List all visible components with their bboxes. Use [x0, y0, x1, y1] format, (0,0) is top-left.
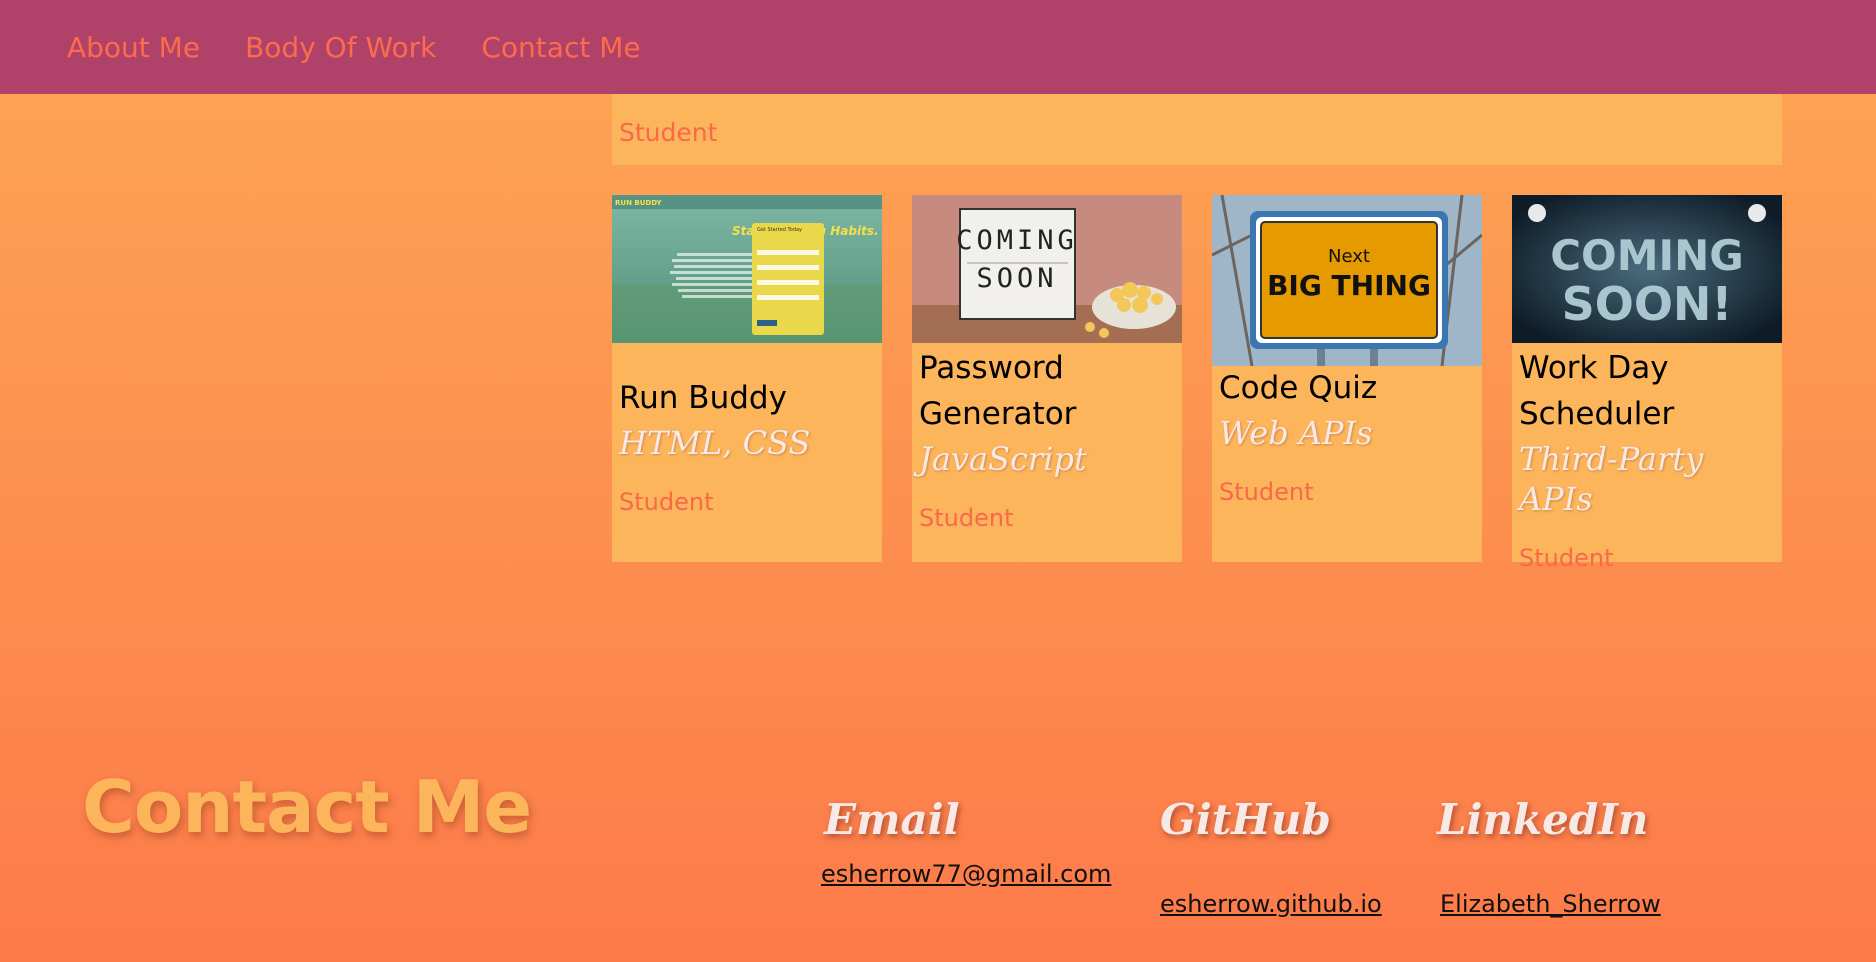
- thumb-line1: COMING: [956, 225, 1078, 256]
- next-big-thing-sign-image[interactable]: Next BIG THING: [1212, 195, 1482, 366]
- project-tech: Third-Party APIs: [1519, 440, 1704, 518]
- linkedin-heading: LinkedIn: [1437, 795, 1649, 844]
- project-card-password-generator[interactable]: COMING SOON Password Generator JavaScrip…: [912, 195, 1182, 562]
- banner-role-label: Student: [619, 118, 718, 147]
- thumb-line1: COMING: [1550, 231, 1744, 280]
- project-tech: HTML, CSS: [619, 424, 811, 462]
- top-navigation: About Me Body Of Work Contact Me: [0, 0, 1876, 94]
- thumb-line2: SOON!: [1562, 277, 1733, 331]
- project-role: Student: [1219, 478, 1314, 506]
- email-link[interactable]: esherrow77@gmail.com: [821, 860, 1111, 888]
- nav-about-me[interactable]: About Me: [67, 31, 200, 64]
- thumb-brand: RUN BUDDY: [615, 199, 663, 207]
- project-title: Work Day Scheduler: [1519, 350, 1675, 432]
- project-role: Student: [919, 504, 1014, 532]
- project-card-code-quiz[interactable]: Next BIG THING Code Quiz Web APIs Studen…: [1212, 195, 1482, 562]
- github-heading: GitHub: [1160, 795, 1331, 844]
- thumb-line2: BIG THING: [1267, 269, 1431, 302]
- project-role: Student: [1519, 544, 1614, 572]
- nav-body-of-work[interactable]: Body Of Work: [245, 31, 436, 64]
- coming-soon-spotlight-image[interactable]: COMING SOON!: [1512, 195, 1782, 343]
- thumb-line1: Next: [1328, 246, 1370, 267]
- featured-banner: Student: [612, 94, 1782, 165]
- contact-section-title: Contact Me: [82, 765, 532, 849]
- thumb-line2: SOON: [976, 263, 1057, 294]
- project-title: Code Quiz: [1219, 370, 1378, 406]
- project-role: Student: [619, 488, 714, 516]
- project-card-run-buddy[interactable]: RUN BUDDY Start Building Habits. Get Sta…: [612, 195, 882, 562]
- project-tech: JavaScript: [919, 440, 1087, 478]
- project-title: Run Buddy: [619, 380, 787, 416]
- thumb-form-title: Get Started Today: [757, 227, 802, 233]
- project-card-work-day-scheduler[interactable]: COMING SOON! Work Day Scheduler Third-Pa…: [1512, 195, 1782, 572]
- coming-soon-lightbox-image[interactable]: COMING SOON: [912, 195, 1182, 343]
- email-heading: Email: [824, 795, 960, 844]
- project-tech: Web APIs: [1219, 414, 1373, 452]
- linkedin-link[interactable]: Elizabeth_Sherrow: [1440, 890, 1661, 918]
- github-link[interactable]: esherrow.github.io: [1160, 890, 1382, 918]
- nav-contact-me[interactable]: Contact Me: [481, 31, 640, 64]
- run-buddy-screenshot[interactable]: RUN BUDDY Start Building Habits. Get Sta…: [612, 195, 882, 343]
- project-title: Password Generator: [919, 350, 1077, 432]
